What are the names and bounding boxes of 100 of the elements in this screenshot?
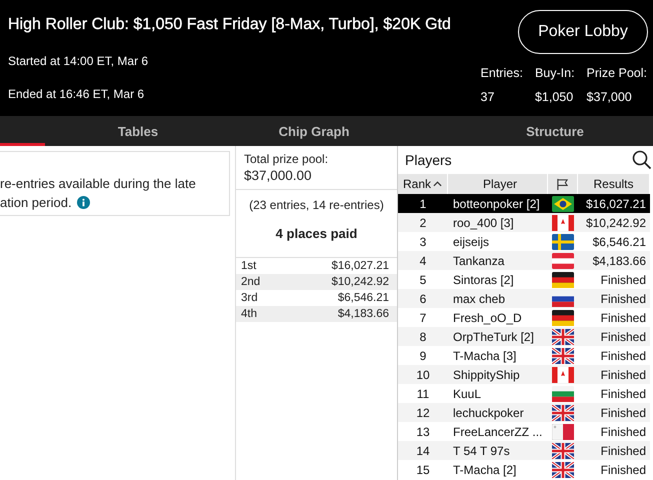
payout-place: 4th — [241, 308, 257, 320]
tournament-title: High Roller Club: $1,050 Fast Friday [8-Max, Turbo], $20K Gtd — [8, 16, 452, 34]
column-header[interactable]: Results — [578, 174, 650, 194]
result-cell-text: Finished — [600, 310, 647, 326]
result-cell-text: Finished — [600, 328, 647, 346]
canada-flag-icon — [552, 366, 574, 382]
player-name: T-Macha [3] — [452, 348, 518, 364]
result-cell-text: Finished — [600, 290, 647, 308]
stat-value: $37,000 — [586, 90, 633, 104]
total-prize-value: $37,000.00 — [244, 168, 313, 183]
column-header[interactable]: Player — [448, 174, 548, 194]
rank-cell-text: 14 — [415, 442, 431, 460]
result-cell-text: Finished — [600, 386, 647, 402]
selection-indicator — [0, 143, 45, 146]
player-row[interactable]: 13 FreeLancerZZ ... Finished — [398, 422, 650, 441]
payout-place: 3rd — [241, 292, 258, 304]
uk-flag-icon — [552, 404, 574, 420]
payout-amount: $4,183.66 — [338, 308, 389, 320]
rank-cell-text: 9 — [418, 348, 428, 364]
player-name: T 54 T 97s — [452, 442, 511, 460]
rank-cell-text: 12 — [415, 404, 431, 422]
uk-flag-icon — [552, 442, 574, 458]
result-cell-text: $4,183.66 — [592, 252, 647, 270]
player-name: OrpTheTurk [2] — [452, 328, 535, 346]
player-name: KuuL — [452, 386, 482, 402]
payout-amount: $10,242.92 — [331, 276, 389, 288]
payout-amount: $6,546.21 — [338, 292, 389, 304]
stat-label: Buy-In: — [534, 66, 575, 80]
result-cell-text: $6,546.21 — [592, 234, 647, 250]
rank-cell-text: 2 — [418, 214, 428, 232]
player-name: eijseijs — [452, 234, 490, 250]
player-row[interactable]: 1 botteonpoker [2] $16,027.21 — [398, 194, 650, 213]
player-row[interactable]: 15 T-Macha [2] Finished — [398, 460, 650, 479]
player-row[interactable]: 12 lechuckpoker Finished — [398, 403, 650, 422]
result-cell-text: $10,242.92 — [584, 214, 647, 232]
brazil-flag-icon — [552, 196, 574, 212]
malta-flag-icon — [552, 424, 574, 440]
rank-cell-text: 5 — [418, 272, 428, 288]
info-text: ation period. — [0, 195, 72, 210]
player-row[interactable]: 8 OrpTheTurk [2] Finished — [398, 327, 650, 346]
rank-cell-text: 15 — [415, 462, 431, 478]
result-cell-text: Finished — [600, 404, 647, 422]
stat-label: Entries: — [480, 66, 523, 80]
rank-cell-text: 7 — [418, 310, 428, 326]
payout-place: 2nd — [241, 276, 260, 288]
player-name: FreeLancerZZ ... — [452, 424, 544, 440]
sort-caret-icon — [433, 181, 442, 187]
player-row[interactable]: 2 roo_400 [3] $10,242.92 — [398, 213, 650, 232]
austria-flag-icon — [552, 252, 574, 268]
start-time: Started at 14:00 ET, Mar 6 — [8, 54, 150, 68]
rank-cell-text: 1 — [418, 196, 428, 212]
rank-cell-text: 8 — [418, 328, 428, 346]
uk-flag-icon — [552, 348, 574, 364]
places-paid: 4 places paid — [276, 226, 358, 241]
result-cell-text: Finished — [600, 424, 647, 440]
player-row[interactable]: 5 Sintoras [2] Finished — [398, 270, 650, 289]
poker-lobby-button[interactable]: Poker Lobby — [518, 10, 648, 54]
entries-note: (23 entries, 14 re-entries) — [249, 198, 384, 212]
search-icon[interactable] — [632, 150, 652, 170]
player-name: T-Macha [2] — [452, 462, 518, 478]
canada-flag-icon — [552, 214, 574, 230]
rank-cell-text: 4 — [418, 252, 428, 270]
sweden-flag-icon — [552, 234, 574, 250]
player-row[interactable]: 6 max cheb Finished — [398, 289, 650, 308]
rank-cell-text: 6 — [418, 290, 428, 308]
result-cell-text: Finished — [600, 348, 647, 364]
uk-flag-icon — [552, 328, 574, 344]
rank-cell-text: 13 — [415, 424, 431, 440]
total-prize-label: Total prize pool: — [244, 152, 330, 166]
player-row[interactable]: 14 T 54 T 97s Finished — [398, 441, 650, 460]
player-row[interactable]: 3 eijseijs $6,546.21 — [398, 232, 650, 251]
info-icon[interactable] — [76, 196, 90, 209]
player-row[interactable]: 7 Fresh_oO_D Finished — [398, 308, 650, 327]
player-row[interactable]: 4 Tankanza $4,183.66 — [398, 251, 650, 270]
player-name: botteonpoker [2] — [452, 196, 541, 212]
rank-cell-text: 11 — [416, 386, 430, 402]
stat-label: Prize Pool: — [586, 66, 647, 80]
stat-value: 37 — [480, 90, 496, 104]
payout-amount: $16,027.21 — [331, 260, 389, 272]
germany-flag-icon — [552, 272, 574, 288]
player-name: roo_400 [3] — [452, 214, 515, 232]
result-cell-text: Finished — [600, 366, 647, 384]
stat-value: $1,050 — [534, 90, 574, 104]
uk-flag-icon — [552, 462, 574, 478]
column-header[interactable]: Rank — [398, 174, 448, 194]
player-name: Sintoras [2] — [452, 272, 515, 288]
info-text: re-entries available during the late — [0, 176, 196, 191]
player-name: max cheb — [452, 290, 506, 308]
players-title: Players — [405, 152, 452, 168]
player-name: ShippityShip — [452, 366, 521, 384]
flag-icon — [556, 178, 569, 190]
result-cell-text: $16,027.21 — [584, 196, 647, 212]
end-time: Ended at 16:46 ET, Mar 6 — [8, 87, 146, 101]
germany-flag-icon — [552, 310, 574, 326]
result-cell-text: Finished — [600, 442, 647, 460]
result-cell-text: Finished — [600, 462, 647, 478]
player-row[interactable]: 10 ShippityShip Finished — [398, 365, 650, 384]
player-row[interactable]: 11 KuuL Finished — [398, 384, 650, 403]
payout-place: 1st — [241, 260, 256, 272]
column-header[interactable] — [548, 174, 578, 194]
